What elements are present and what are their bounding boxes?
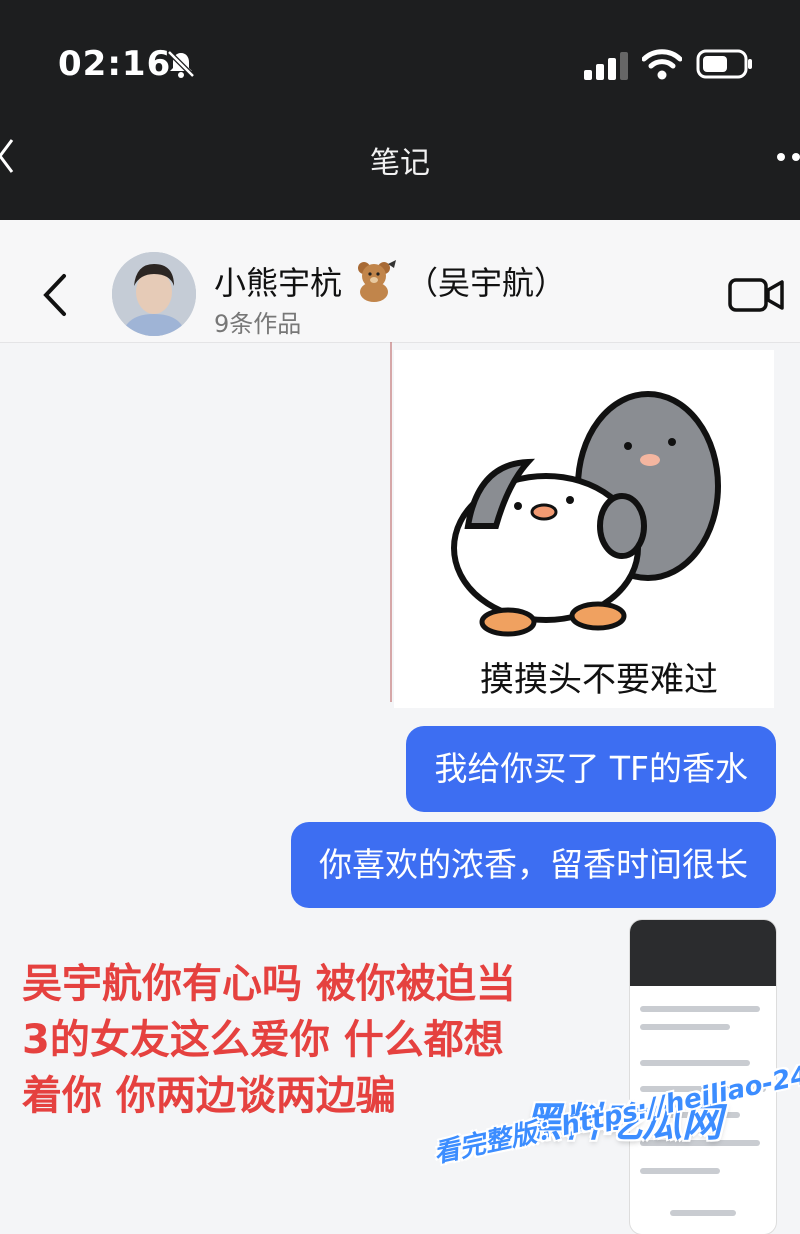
chat-screenshot: 小熊宇杭 （吴宇航） 9条作品 摸摸头不要难过 我给你买了 TF的香水 你喜欢的… <box>0 220 800 1234</box>
annotation-line: 3的女友这么爱你 什么都想 <box>22 1017 504 1063</box>
more-dots-icon[interactable] <box>776 152 800 162</box>
contact-alias: （吴宇航） <box>406 264 567 302</box>
divider <box>390 342 392 702</box>
thumbnail-line <box>640 1168 720 1174</box>
bell-off-icon <box>167 50 195 78</box>
page-title: 笔记 <box>370 146 430 181</box>
chat-header: 小熊宇杭 （吴宇航） 9条作品 <box>0 220 800 343</box>
annotation-line: 吴宇航你有心吗 被你被迫当 <box>22 961 516 1007</box>
back-arrow-icon[interactable] <box>40 272 70 318</box>
thumbnail-header <box>630 920 776 986</box>
sticker-message[interactable]: 摸摸头不要难过 <box>394 350 774 708</box>
thumbnail-line <box>640 1006 760 1012</box>
teddy-bear-emoji <box>358 260 396 302</box>
status-time: 02:16 <box>58 44 172 84</box>
penguin-sticker-image <box>451 391 721 637</box>
avatar[interactable] <box>112 252 196 336</box>
works-count[interactable]: 9条作品 <box>214 304 301 339</box>
wifi-icon <box>642 49 682 80</box>
sticker-caption: 摸摸头不要难过 <box>480 660 718 700</box>
thumbnail-line <box>670 1210 736 1216</box>
thumbnail-line <box>640 1024 730 1030</box>
signal-icon <box>584 52 628 80</box>
video-camera-icon[interactable] <box>728 278 784 312</box>
battery-icon <box>696 49 752 79</box>
thumbnail-line <box>640 1060 750 1066</box>
message-bubble-sent[interactable]: 你喜欢的浓香，留香时间很长 <box>291 822 776 908</box>
status-bar: 02:16 <box>0 0 800 120</box>
contact-name: 小熊宇杭 <box>214 264 343 302</box>
message-bubble-sent[interactable]: 我给你买了 TF的香水 <box>406 726 776 812</box>
